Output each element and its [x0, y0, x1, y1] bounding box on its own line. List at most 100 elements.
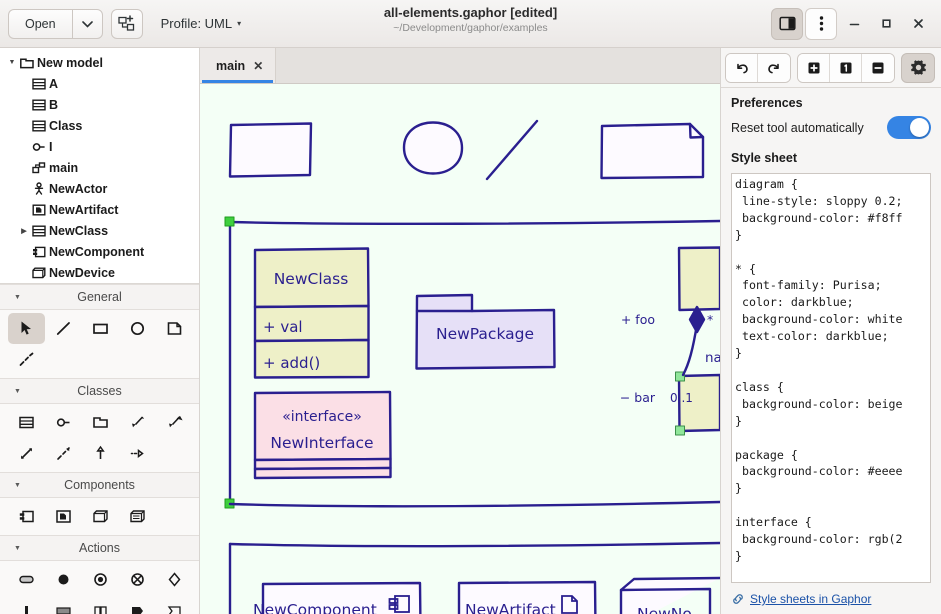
model-tree[interactable]: ▼ New model [0, 48, 199, 284]
selection-handle[interactable] [225, 217, 234, 226]
stylesheet-text[interactable]: diagram { line-style: sloppy 0.2; backgr… [735, 176, 930, 565]
association-end-a-label: + foo [621, 312, 655, 327]
comment-tool[interactable] [156, 313, 193, 344]
class-tool[interactable] [8, 407, 45, 438]
profile-selector[interactable]: Profile: UML ▾ [161, 16, 242, 31]
stylesheet-editor[interactable]: diagram { line-style: sloppy 0.2; backgr… [731, 173, 931, 583]
artifact-tool[interactable] [45, 501, 82, 532]
artifact-name-label: NewArtifact [465, 601, 556, 614]
zoom-out-button[interactable] [862, 54, 894, 82]
redo-icon [766, 60, 782, 76]
close-button[interactable] [903, 9, 933, 39]
interface-stereotype-label: «interface» [282, 409, 362, 425]
tree-label: NewArtifact [49, 203, 118, 217]
box-shape[interactable] [230, 124, 311, 177]
tree-row-main[interactable]: main [0, 157, 199, 178]
association-end-b-mult: 0..1 [670, 391, 693, 405]
ellipse-shape[interactable] [404, 123, 462, 174]
flow-final-node-tool[interactable] [119, 564, 156, 595]
reset-tool-toggle[interactable] [887, 116, 931, 139]
object-node-tool[interactable] [45, 595, 82, 614]
initial-node-tool[interactable] [45, 564, 82, 595]
fork-node-tool[interactable] [8, 595, 45, 614]
main-menu-button[interactable] [805, 8, 837, 40]
action-tool[interactable] [8, 564, 45, 595]
association-tool[interactable] [8, 438, 45, 469]
selection-handle[interactable] [676, 426, 685, 435]
expander-icon: ▼ [14, 294, 21, 301]
stylesheet-docs-link[interactable]: Style sheets in Gaphor [750, 592, 871, 606]
class-icon [30, 224, 48, 238]
expander-icon: ▼ [14, 388, 21, 395]
zoom-100-button[interactable] [830, 54, 862, 82]
interface-tool[interactable] [45, 407, 82, 438]
close-icon [912, 17, 925, 30]
comment-shape[interactable] [602, 124, 704, 178]
minimize-button[interactable] [839, 9, 869, 39]
class-icon [30, 98, 48, 112]
association-name-label: na [705, 350, 720, 366]
dependency-tool[interactable] [45, 438, 82, 469]
gear-icon [910, 59, 927, 76]
sidebar-toggle-button[interactable] [771, 8, 803, 40]
toolbox-section-actions-header[interactable]: ▼ Actions [0, 535, 199, 561]
tree-row-newclass[interactable]: ▶ NewClass [0, 220, 199, 241]
header-bar: Open Profile: UML ▾ [0, 0, 941, 48]
comment-line-tool[interactable] [8, 344, 45, 375]
tree-row-a[interactable]: A [0, 73, 199, 94]
diagram-icon [30, 161, 48, 175]
activity-final-node-tool[interactable] [82, 564, 119, 595]
aggregation-tool[interactable] [156, 407, 193, 438]
tree-row-newartifact[interactable]: NewArtifact [0, 199, 199, 220]
tree-label: NewDevice [49, 266, 115, 280]
realization-tool[interactable] [119, 438, 156, 469]
minimize-icon [848, 17, 861, 30]
partition-tool[interactable] [82, 595, 119, 614]
expander-icon[interactable]: ▼ [6, 59, 18, 66]
package-tool[interactable] [82, 407, 119, 438]
open-button[interactable]: Open [8, 9, 72, 39]
zoom-in-button[interactable] [798, 54, 830, 82]
class-node-a[interactable] [679, 248, 720, 311]
maximize-button[interactable] [871, 9, 901, 39]
tree-row-b[interactable]: B [0, 94, 199, 115]
open-menu-button[interactable] [72, 9, 103, 39]
left-panel: ▼ New model [0, 48, 200, 614]
tree-row-new-model[interactable]: ▼ New model [0, 52, 199, 73]
diagram-canvas[interactable]: NewClass + val + add() NewPackage «inter… [200, 84, 720, 614]
redo-button[interactable] [758, 54, 790, 82]
close-icon[interactable]: ✕ [253, 59, 263, 73]
new-diagram-button[interactable] [111, 9, 143, 39]
tab-label: main [216, 59, 245, 73]
open-split-button: Open [8, 9, 103, 39]
preferences-heading: Preferences [731, 96, 931, 110]
tree-label: New model [37, 56, 103, 70]
toolbox-section-components-header[interactable]: ▼ Components [0, 472, 199, 498]
generalization-tool[interactable] [82, 438, 119, 469]
pointer-tool[interactable] [8, 313, 45, 344]
undo-button[interactable] [726, 54, 758, 82]
toolbox-section-classes-header[interactable]: ▼ Classes [0, 378, 199, 404]
line-tool[interactable] [45, 313, 82, 344]
decision-node-tool[interactable] [156, 564, 193, 595]
tree-row-i[interactable]: I [0, 136, 199, 157]
tree-row-newdevice[interactable]: NewDevice [0, 262, 199, 283]
tree-row-class[interactable]: Class [0, 115, 199, 136]
artifact-icon [30, 203, 48, 217]
toolbox-section-general-header[interactable]: ▼ General [0, 284, 199, 310]
expander-icon[interactable]: ▶ [18, 227, 30, 235]
accept-event-tool[interactable] [156, 595, 193, 614]
tree-row-newcomponent[interactable]: NewComponent [0, 241, 199, 262]
composition-tool[interactable] [119, 407, 156, 438]
component-tool[interactable] [8, 501, 45, 532]
settings-button[interactable] [901, 53, 935, 83]
diagram-drawing: NewClass + val + add() NewPackage «inter… [200, 84, 720, 614]
tree-label: NewComponent [49, 245, 144, 259]
device-tool[interactable] [119, 501, 156, 532]
node-tool[interactable] [82, 501, 119, 532]
ellipse-tool[interactable] [119, 313, 156, 344]
box-tool[interactable] [82, 313, 119, 344]
tree-row-newactor[interactable]: NewActor [0, 178, 199, 199]
send-signal-tool[interactable] [119, 595, 156, 614]
tab-main[interactable]: main ✕ [200, 48, 276, 83]
